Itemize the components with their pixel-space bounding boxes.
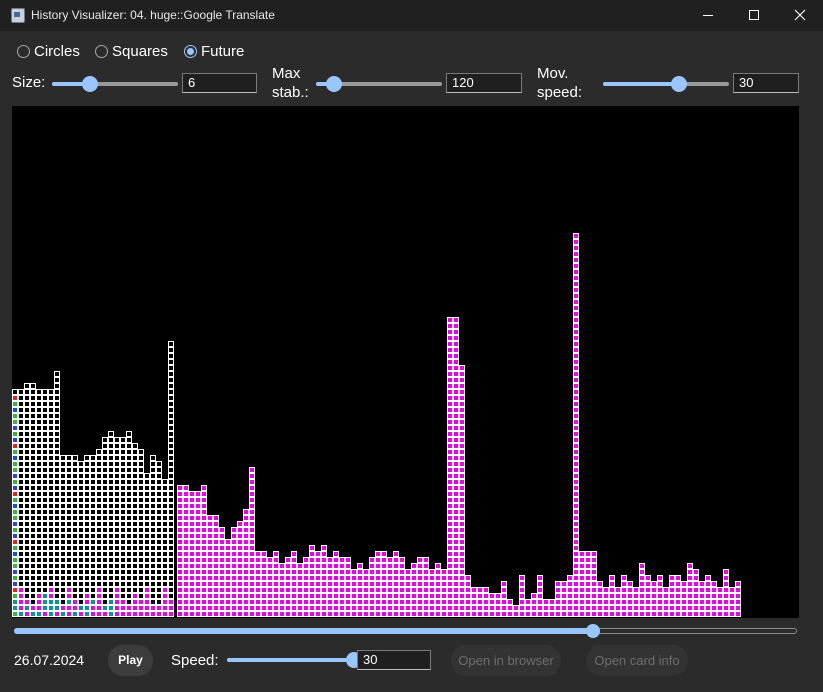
mov-speed-label-line1: Mov.: [537, 65, 569, 82]
open-in-browser-button[interactable]: Open in browser: [451, 645, 561, 676]
size-input[interactable]: 6: [182, 73, 257, 93]
radio-indicator: [17, 45, 30, 58]
speed-label: Speed:: [171, 652, 219, 669]
playback-speed-slider[interactable]: [227, 650, 362, 670]
minimize-button[interactable]: [685, 0, 731, 31]
max-stab-label-line2: stab.:: [272, 84, 309, 101]
playback-speed-input[interactable]: 30: [357, 650, 431, 670]
max-stab-label-line1: Max: [272, 65, 301, 82]
timeline-slider[interactable]: [14, 623, 797, 639]
current-date: 26.07.2024: [14, 652, 85, 668]
mov-speed-input[interactable]: 30: [733, 73, 799, 93]
size-slider[interactable]: [52, 74, 178, 94]
max-stab-input[interactable]: 120: [446, 73, 522, 93]
minimize-icon: [703, 15, 713, 16]
mov-speed-slider[interactable]: [603, 74, 729, 94]
maximize-icon: [749, 10, 759, 20]
slider-thumb[interactable]: [670, 76, 687, 92]
window-title: History Visualizer: 04. huge::Google Tra…: [31, 8, 275, 22]
play-button[interactable]: Play: [108, 645, 153, 676]
open-card-info-button[interactable]: Open card info: [586, 645, 688, 676]
close-icon: [794, 9, 806, 21]
slider-thumb[interactable]: [325, 76, 342, 92]
timeline-thumb[interactable]: [586, 624, 601, 638]
circles-label: Circles: [34, 43, 80, 60]
slider-thumb[interactable]: [81, 76, 98, 92]
close-button[interactable]: [777, 0, 823, 31]
history-canvas[interactable]: [12, 106, 799, 618]
app-icon: [11, 8, 25, 23]
title-bar: History Visualizer: 04. huge::Google Tra…: [0, 0, 823, 31]
future-label: Future: [201, 43, 245, 60]
radio-indicator: [184, 45, 197, 58]
size-label: Size:: [12, 74, 46, 91]
maximize-button[interactable]: [731, 0, 777, 31]
history-visualization: [12, 233, 741, 617]
max-stab-slider[interactable]: [316, 74, 442, 94]
radio-indicator: [95, 45, 108, 58]
mov-speed-label-line2: speed:: [537, 84, 583, 101]
squares-label: Squares: [112, 43, 168, 60]
